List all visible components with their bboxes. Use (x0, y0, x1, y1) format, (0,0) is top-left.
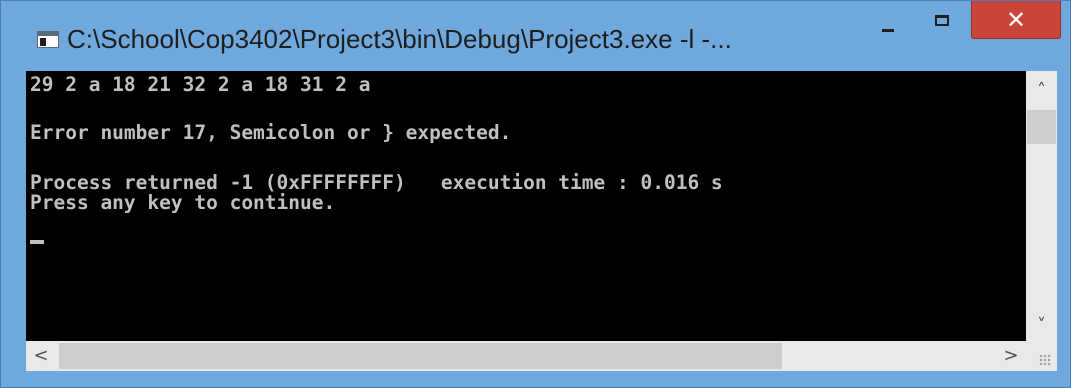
console-line: Error number 17, Semicolon or } expected… (30, 121, 512, 144)
scroll-down-icon[interactable]: ˅ (1026, 311, 1057, 341)
scroll-left-icon[interactable]: < (26, 341, 56, 371)
resize-grip-icon (1039, 354, 1051, 366)
close-icon: ✕ (1005, 6, 1027, 34)
text-cursor (30, 240, 44, 244)
close-button[interactable]: ✕ (971, 1, 1061, 39)
resize-grip[interactable] (1026, 341, 1057, 371)
maximize-button[interactable] (919, 1, 969, 39)
console-window: C:\School\Cop3402\Project3\bin\Debug\Pro… (0, 0, 1071, 388)
scroll-right-icon[interactable]: > (996, 341, 1026, 371)
console-line: Press any key to continue. (30, 191, 336, 214)
console-window-icon[interactable] (37, 31, 59, 48)
horizontal-scroll-thumb[interactable] (59, 343, 782, 369)
horizontal-scrollbar[interactable]: < > (26, 341, 1026, 371)
console-line: 29 2 a 18 21 32 2 a 18 31 2 a (30, 73, 371, 96)
scroll-up-icon[interactable]: ˄ (1026, 71, 1057, 111)
title-bar[interactable]: C:\School\Cop3402\Project3\bin\Debug\Pro… (1, 1, 1070, 69)
minimize-button[interactable] (859, 1, 917, 39)
vertical-scroll-thumb[interactable] (1027, 110, 1056, 144)
console-output[interactable]: 29 2 a 18 21 32 2 a 18 31 2 a Error numb… (26, 71, 1026, 341)
window-title: C:\School\Cop3402\Project3\bin\Debug\Pro… (67, 24, 732, 54)
vertical-scrollbar[interactable]: ˄ ˅ (1026, 71, 1057, 341)
